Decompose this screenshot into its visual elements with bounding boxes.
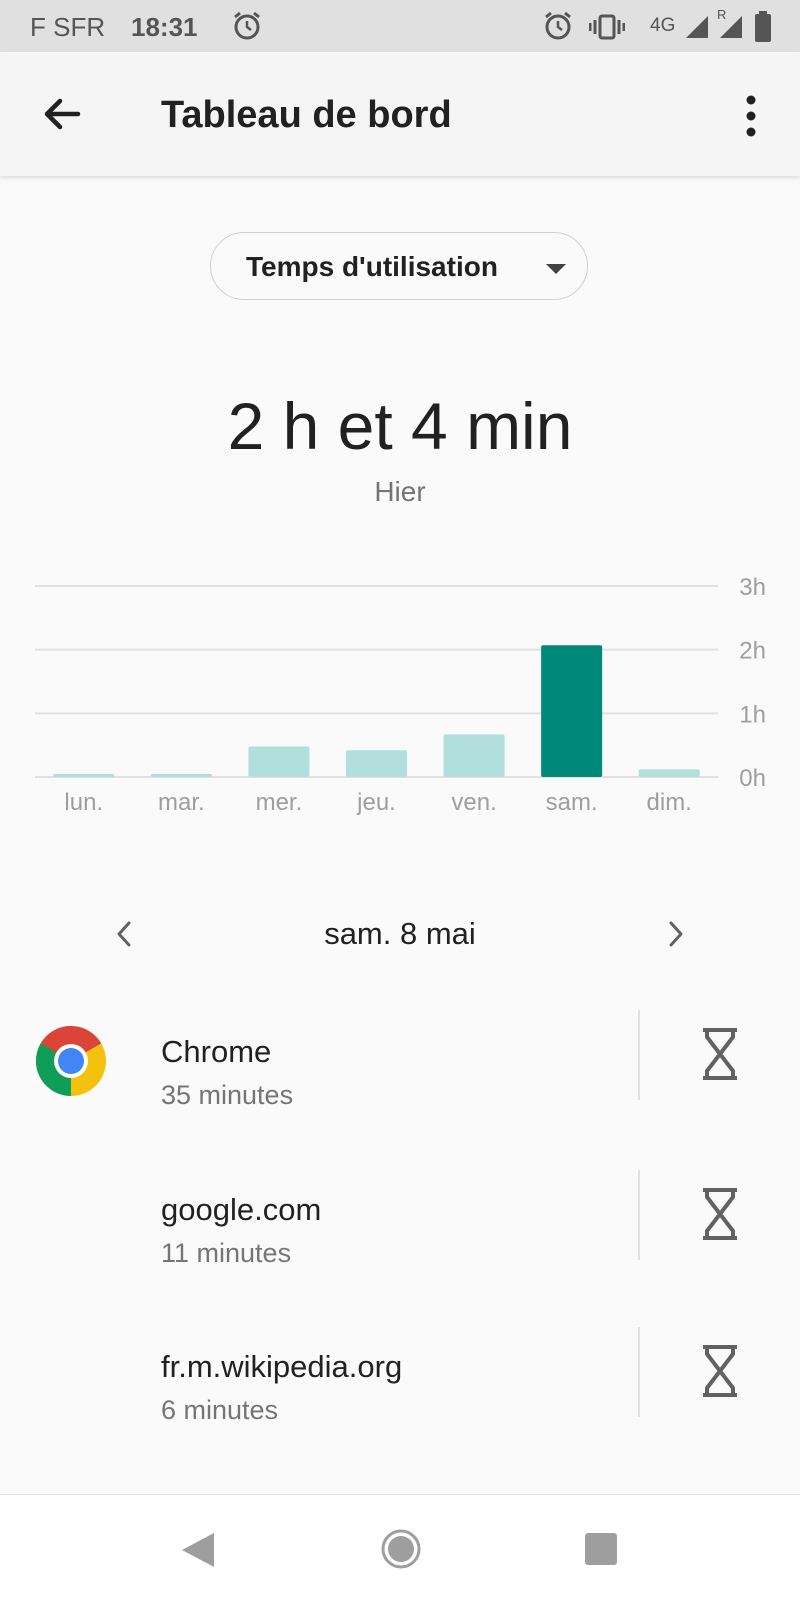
status-bar: F SFR 18:31 4G R (0, 0, 800, 52)
page-title: Tableau de bord (161, 94, 452, 136)
alarm-icon (234, 11, 260, 40)
chart-x-tick-label: sam. (546, 789, 598, 816)
list-item[interactable]: Chrome 35 minutes (0, 1010, 800, 1194)
battery-icon (755, 11, 771, 42)
chart-y-tick-label: 1h (739, 701, 766, 728)
chart-x-tick-label: ven. (451, 789, 496, 816)
chart-x-tick-label: lun. (64, 789, 103, 816)
vibrate-icon (589, 14, 625, 40)
usage-bar-chart: 0h 1h 2h 3h lun. mar. mer. jeu. ven. sam. dim. (35, 574, 766, 816)
total-usage-period: Hier (374, 476, 426, 507)
metric-dropdown[interactable]: Temps d'utilisation (210, 232, 588, 300)
alarm-icon (545, 11, 571, 40)
divider (638, 1010, 640, 1100)
signal-roaming-icon (720, 16, 742, 38)
nav-back-icon[interactable] (180, 1531, 216, 1569)
chart-bar-3[interactable] (346, 750, 407, 777)
chart-bar-2[interactable] (248, 746, 310, 777)
list-item[interactable]: google.com 11 minutes (0, 1170, 800, 1352)
chart-bar-0[interactable] (53, 773, 115, 777)
hourglass-icon[interactable] (695, 1342, 745, 1400)
chrome-icon (36, 1026, 106, 1096)
more-vert-icon[interactable] (728, 90, 774, 142)
app-usage: 11 minutes (161, 1238, 292, 1268)
arrow-back-icon[interactable] (36, 88, 88, 140)
caret-down-icon (546, 264, 566, 274)
chart-y-tick-label: 0h (739, 765, 766, 792)
nav-recents-icon[interactable] (583, 1531, 619, 1567)
chart-x-tick-label: mar. (158, 789, 205, 816)
divider (638, 1170, 640, 1260)
hourglass-icon[interactable] (695, 1185, 745, 1243)
chart-y-tick-label: 3h (739, 574, 766, 601)
digital-wellbeing-dashboard: F SFR 18:31 4G R Tableau de bord Temps d… (0, 0, 800, 1600)
list-item[interactable]: fr.m.wikipedia.org 6 minutes (0, 1327, 800, 1509)
app-usage: 6 minutes (161, 1395, 279, 1425)
chart-bar-1[interactable] (150, 773, 212, 777)
signal-icon (686, 16, 708, 38)
clock: 18:31 (131, 12, 198, 42)
app-usage: 35 minutes (161, 1080, 294, 1110)
app-bar: Tableau de bord (0, 52, 800, 176)
app-name: Chrome (161, 1034, 272, 1069)
hourglass-icon[interactable] (695, 1025, 745, 1083)
chart-bar-6[interactable] (638, 769, 700, 777)
carrier-name: F SFR (30, 12, 106, 42)
chart-x-tick-label: mer. (256, 789, 303, 816)
chart-x-tick-label: dim. (647, 789, 692, 816)
metric-dropdown-label: Temps d'utilisation (246, 251, 498, 282)
chart-bar-5[interactable] (541, 645, 603, 777)
app-name: fr.m.wikipedia.org (161, 1349, 403, 1384)
chevron-right-icon[interactable] (652, 910, 700, 958)
app-name: google.com (161, 1192, 322, 1227)
divider (638, 1327, 640, 1417)
chart-bar-4[interactable] (443, 734, 505, 777)
nav-home-icon[interactable] (380, 1528, 422, 1570)
chart-x-tick-label: jeu. (356, 789, 396, 816)
network-type: 4G (650, 15, 676, 36)
chart-y-tick-label: 2h (739, 638, 766, 665)
total-usage-time: 2 h et 4 min (227, 389, 573, 463)
system-nav-bar (0, 1494, 800, 1600)
